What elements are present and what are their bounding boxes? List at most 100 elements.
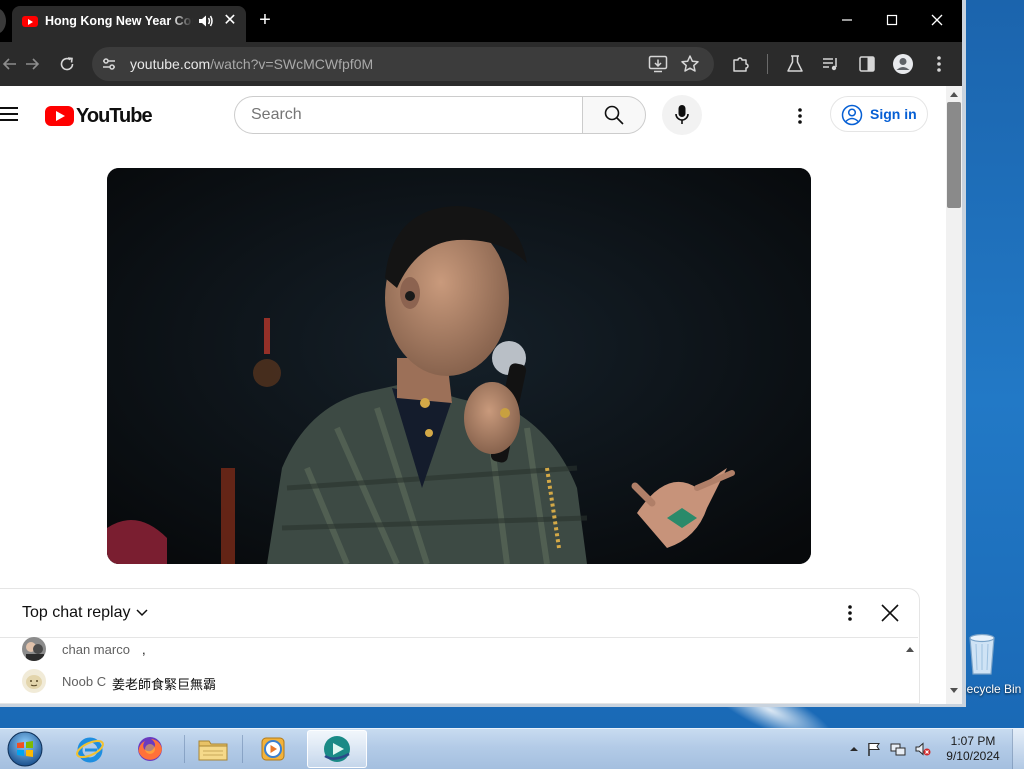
- tab-title: Hong Kong New Year Countdown: [45, 14, 193, 28]
- chat-text: 姜老師食緊巨無霸: [112, 677, 217, 692]
- hamburger-menu-icon[interactable]: [0, 106, 18, 122]
- chat-message: chan marco ,: [22, 637, 902, 661]
- chat-replay-panel: Top chat replay chan marco , Noob C 姜老師食…: [0, 588, 920, 704]
- chat-more-button[interactable]: [842, 601, 858, 625]
- avatar[interactable]: [22, 637, 46, 661]
- video-frame: [107, 168, 811, 564]
- page-scrollbar[interactable]: [946, 86, 962, 704]
- side-panel-icon: [859, 56, 875, 72]
- bookmark-star-icon[interactable]: [680, 54, 700, 74]
- firefox-icon: [138, 737, 162, 761]
- clock-time: 1:07 PM: [950, 734, 996, 748]
- tab-search-button[interactable]: [0, 8, 6, 34]
- new-tab-button[interactable]: +: [255, 10, 275, 30]
- youtube-page: YouTube Sign in: [0, 86, 946, 704]
- speaker-icon[interactable]: [197, 12, 215, 30]
- close-icon: [931, 14, 943, 26]
- url-host: youtube.com: [130, 56, 211, 72]
- settings-menu-button[interactable]: [790, 104, 810, 128]
- address-bar[interactable]: youtube.com/watch?v=SWcMCWfpf0M: [92, 47, 714, 81]
- search-input[interactable]: [251, 106, 571, 124]
- profile-button[interactable]: [889, 50, 917, 78]
- reload-icon: [60, 57, 74, 71]
- taskbar-internet-explorer[interactable]: [61, 730, 119, 768]
- network-icon[interactable]: [890, 741, 906, 757]
- avatar-image: [22, 669, 46, 693]
- chat-author[interactable]: Noob C: [62, 674, 106, 689]
- search-button[interactable]: [582, 96, 646, 134]
- taskbar-windows-explorer[interactable]: [184, 730, 242, 768]
- puzzle-icon: [733, 57, 749, 72]
- side-panel-button[interactable]: [853, 50, 881, 78]
- video-player[interactable]: [107, 168, 811, 564]
- chat-message: Noob C 姜老師食緊巨無霸: [22, 669, 902, 693]
- browser-toolbar: youtube.com/watch?v=SWcMCWfpf0M: [0, 42, 962, 86]
- voice-search-button[interactable]: [662, 95, 702, 135]
- system-clock[interactable]: 1:07 PM 9/10/2024: [938, 734, 1008, 764]
- extensions-button[interactable]: [727, 50, 755, 78]
- flask-icon: [787, 55, 803, 72]
- maximize-icon: [886, 14, 898, 26]
- search-box: [234, 96, 582, 134]
- scroll-down-arrow-icon[interactable]: [950, 688, 958, 693]
- clock-date: 9/10/2024: [946, 749, 1000, 763]
- tab-strip: Hong Kong New Year Countdown ✕ +: [0, 0, 962, 42]
- internet-explorer-icon: [76, 737, 104, 763]
- search-icon: [604, 105, 624, 125]
- kebab-menu-icon: [937, 56, 941, 72]
- install-app-icon[interactable]: [648, 55, 668, 73]
- forward-arrow-icon: [26, 58, 40, 70]
- recycle-bin[interactable]: Recycle Bin: [958, 628, 1024, 702]
- sign-in-button[interactable]: Sign in: [830, 96, 928, 132]
- media-controls-button[interactable]: [817, 50, 845, 78]
- taskbar-active-app[interactable]: [307, 730, 367, 768]
- browser-tab-active[interactable]: Hong Kong New Year Countdown ✕: [12, 6, 246, 42]
- avatar[interactable]: [22, 669, 46, 693]
- scroll-up-arrow-icon[interactable]: [950, 92, 958, 97]
- show-desktop-button[interactable]: [1012, 729, 1024, 769]
- labs-button[interactable]: [781, 50, 809, 78]
- minimize-button[interactable]: [825, 6, 869, 34]
- browser-window: Hong Kong New Year Countdown ✕ +: [0, 0, 966, 707]
- active-app-icon: [324, 736, 350, 762]
- url-text: youtube.com/watch?v=SWcMCWfpf0M: [130, 56, 373, 72]
- profile-avatar-icon: [893, 54, 913, 74]
- toolbar-divider: [767, 54, 768, 74]
- site-info-icon[interactable]: [100, 55, 118, 73]
- account-circle-icon: [841, 104, 863, 126]
- reload-button[interactable]: [53, 50, 81, 78]
- chat-text: ,: [142, 642, 146, 657]
- media-player-icon: [261, 737, 285, 761]
- scrollbar-thumb[interactable]: [947, 102, 961, 208]
- playlist-music-icon: [823, 58, 837, 71]
- taskbar-firefox[interactable]: [121, 730, 179, 768]
- volume-muted-icon[interactable]: [915, 741, 931, 757]
- show-hidden-icons-icon[interactable]: [846, 741, 862, 757]
- avatar-image: [22, 637, 46, 661]
- chat-header: Top chat replay: [0, 589, 918, 638]
- youtube-logo-text: YouTube: [76, 105, 153, 127]
- close-icon[interactable]: [880, 603, 900, 623]
- action-center-flag-icon[interactable]: [866, 741, 882, 757]
- taskbar-media-player[interactable]: [244, 730, 302, 768]
- microphone-icon: [675, 105, 689, 124]
- back-arrow-icon: [2, 58, 16, 70]
- start-button[interactable]: [6, 730, 44, 768]
- url-path: /watch?v=SWcMCWfpf0M: [210, 56, 374, 72]
- close-window-button[interactable]: [915, 6, 959, 34]
- recycle-bin-label: Recycle Bin: [958, 682, 1022, 696]
- minimize-icon: [842, 19, 852, 21]
- folder-icon: [198, 740, 228, 761]
- maximize-button[interactable]: [870, 6, 914, 34]
- youtube-favicon-icon: [22, 16, 38, 27]
- recycle-bin-icon: [969, 633, 995, 675]
- forward-button[interactable]: [18, 50, 46, 78]
- youtube-play-logo-icon: [45, 106, 74, 126]
- chat-scroll-up-arrow[interactable]: [906, 647, 914, 652]
- chat-author[interactable]: chan marco: [62, 642, 130, 657]
- chat-mode-dropdown[interactable]: Top chat replay: [22, 604, 131, 622]
- tab-close-icon[interactable]: ✕: [222, 13, 238, 29]
- taskbar: 1:07 PM 9/10/2024: [0, 728, 1024, 769]
- browser-menu-button[interactable]: [925, 50, 953, 78]
- chevron-down-icon[interactable]: [136, 609, 148, 617]
